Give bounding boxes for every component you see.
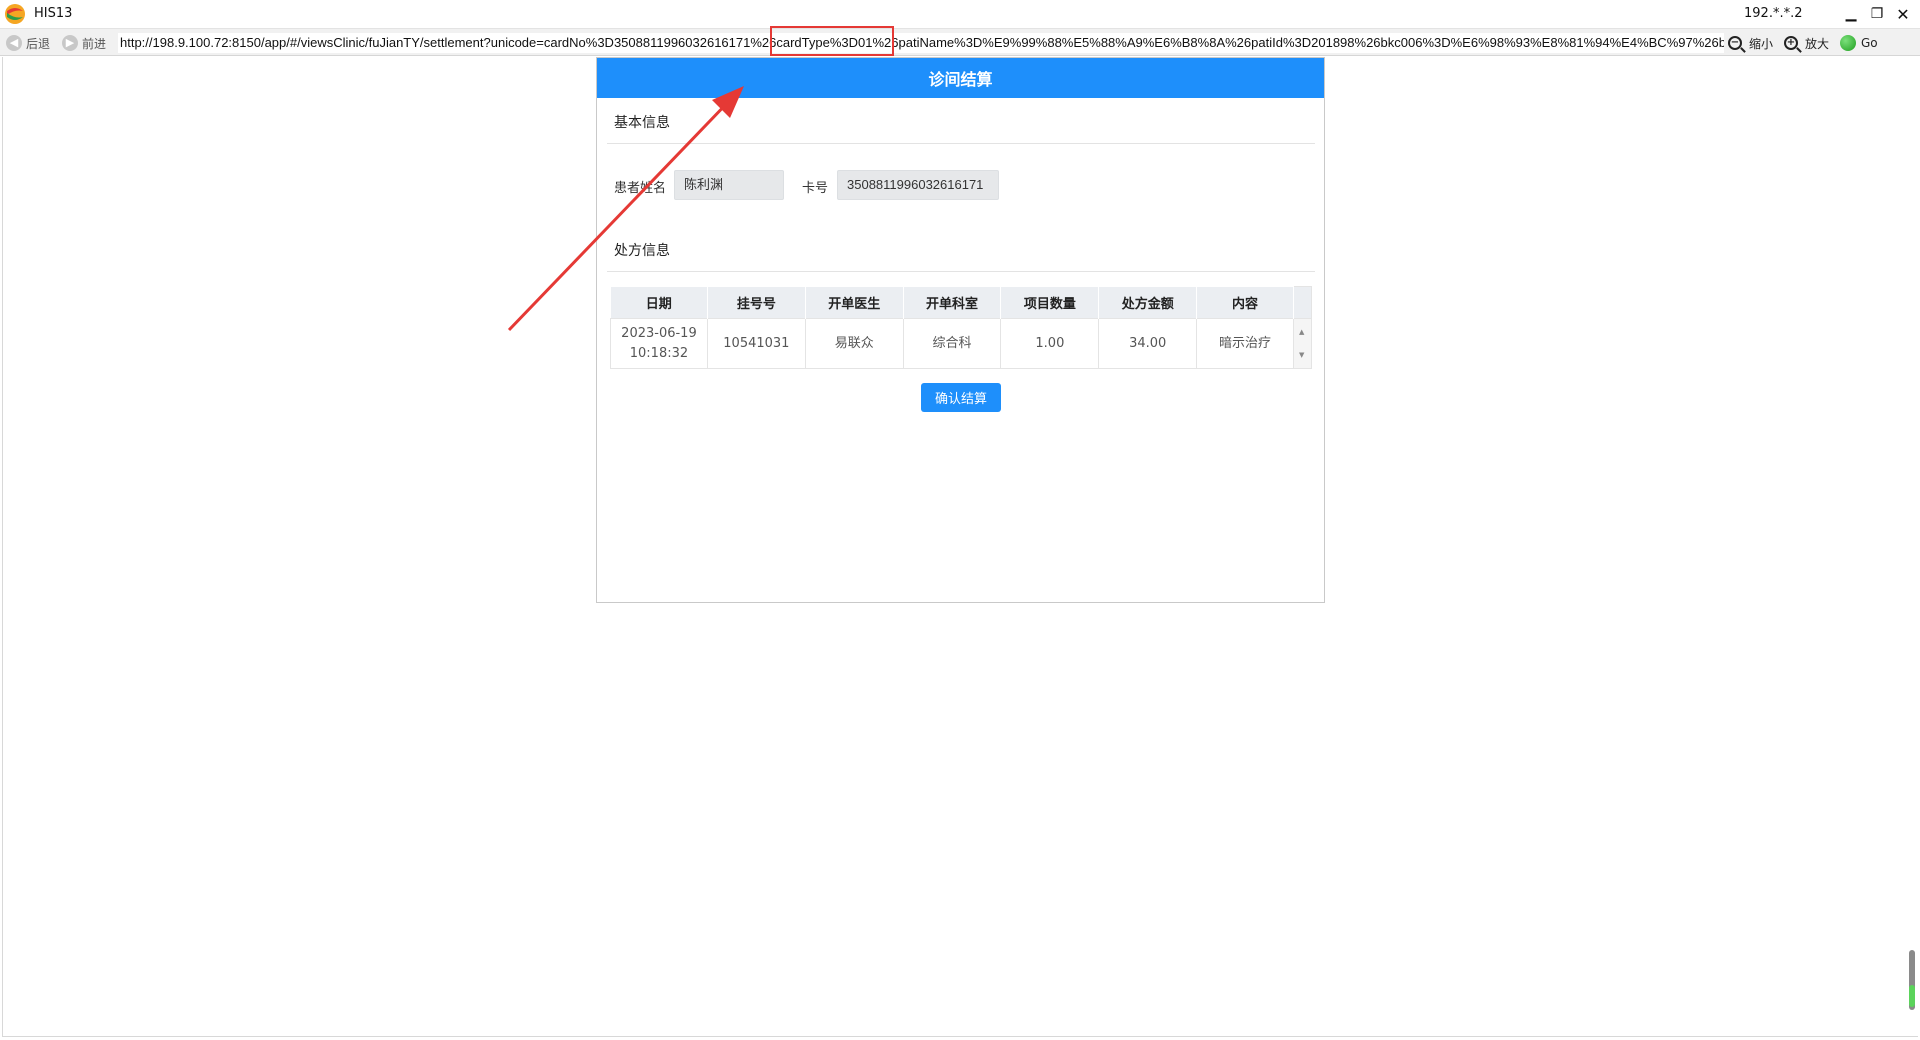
col-header-doctor[interactable]: 开单医生 [805, 286, 904, 319]
back-button[interactable]: ◀ 后退 [6, 33, 50, 53]
patient-name-field[interactable]: 陈利渊 [674, 170, 784, 200]
confirm-settlement-button[interactable]: 确认结算 [921, 383, 1001, 412]
cell-date-time: 10:18:32 [629, 345, 689, 361]
page-border [2, 57, 3, 1037]
back-label: 后退 [26, 36, 51, 51]
title-bar: HIS13 192.*.*.2 ▁ ❐ ✕ [0, 0, 1920, 28]
col-header-qty[interactable]: 项目数量 [1000, 286, 1100, 319]
forward-arrow-icon: ▶ [62, 35, 78, 51]
go-label: Go [1861, 36, 1878, 50]
divider [607, 271, 1315, 272]
scroll-up-icon[interactable]: ▲ [1299, 322, 1304, 342]
page-border [2, 1036, 1918, 1037]
zoom-out-button[interactable]: − 缩小 [1728, 33, 1773, 53]
zoom-in-icon: + [1784, 36, 1798, 50]
server-ip: 192.*.*.2 [1744, 6, 1803, 21]
cell-doctor: 易联众 [804, 318, 904, 369]
url-input[interactable]: http://198.9.100.72:8150/app/#/viewsClin… [118, 33, 1724, 53]
table-row[interactable]: 2023-06-19 10:18:32 10541031 易联众 综合科 1.0… [610, 318, 1313, 369]
zoom-out-icon: − [1728, 36, 1742, 50]
table-scrollbar[interactable]: ▲ ▼ [1292, 318, 1313, 369]
app-logo-icon [5, 4, 25, 24]
cell-qty: 1.00 [1000, 318, 1100, 369]
minimize-button[interactable]: ▁ [1840, 3, 1862, 25]
col-header-date[interactable]: 日期 [610, 286, 708, 319]
prescription-info-title: 处方信息 [614, 243, 670, 259]
col-header-dept[interactable]: 开单科室 [903, 286, 1002, 319]
divider [607, 143, 1315, 144]
card-no-label: 卡号 [802, 181, 829, 196]
prescription-table: 日期 挂号号 开单医生 开单科室 项目数量 处方金额 内容 2023-06-19… [610, 286, 1313, 369]
zoom-in-button[interactable]: + 放大 [1784, 33, 1829, 53]
zoom-out-label: 缩小 [1749, 36, 1774, 51]
patient-name-label: 患者姓名 [614, 181, 667, 196]
address-bar: ◀ 后退 ▶ 前进 http://198.9.100.72:8150/app/#… [0, 28, 1920, 56]
forward-label: 前进 [82, 36, 107, 51]
table-header-row: 日期 挂号号 开单医生 开单科室 项目数量 处方金额 内容 [610, 286, 1313, 319]
zoom-in-label: 放大 [1805, 36, 1830, 51]
col-header-amount[interactable]: 处方金额 [1098, 286, 1198, 319]
settlement-panel: 诊间结算 基本信息 患者姓名 陈利渊 卡号 350881199603261617… [596, 57, 1325, 603]
card-no-field[interactable]: 3508811996032616171 [837, 170, 999, 200]
restore-button[interactable]: ❐ [1866, 3, 1888, 25]
cell-dept: 综合科 [902, 318, 1002, 369]
cell-date-day: 2023-06-19 [621, 325, 697, 341]
col-header-reg-no[interactable]: 挂号号 [707, 286, 806, 319]
panel-title: 诊间结算 [597, 58, 1324, 98]
go-icon [1840, 35, 1856, 51]
cell-reg-no: 10541031 [706, 318, 806, 369]
scroll-down-icon[interactable]: ▼ [1299, 345, 1304, 365]
table-scrollbar-header [1292, 286, 1313, 319]
page-scrollbar-indicator [1909, 985, 1915, 1007]
col-header-content[interactable]: 内容 [1196, 286, 1294, 319]
cell-amount: 34.00 [1098, 318, 1198, 369]
basic-info-title: 基本信息 [614, 115, 670, 131]
back-arrow-icon: ◀ [6, 35, 22, 51]
go-button[interactable]: Go [1840, 33, 1878, 53]
forward-button[interactable]: ▶ 前进 [62, 33, 106, 53]
cell-date: 2023-06-19 10:18:32 [610, 318, 708, 369]
close-button[interactable]: ✕ [1892, 3, 1914, 25]
window-title: HIS13 [34, 6, 73, 21]
cell-content: 暗示治疗 [1196, 318, 1294, 369]
